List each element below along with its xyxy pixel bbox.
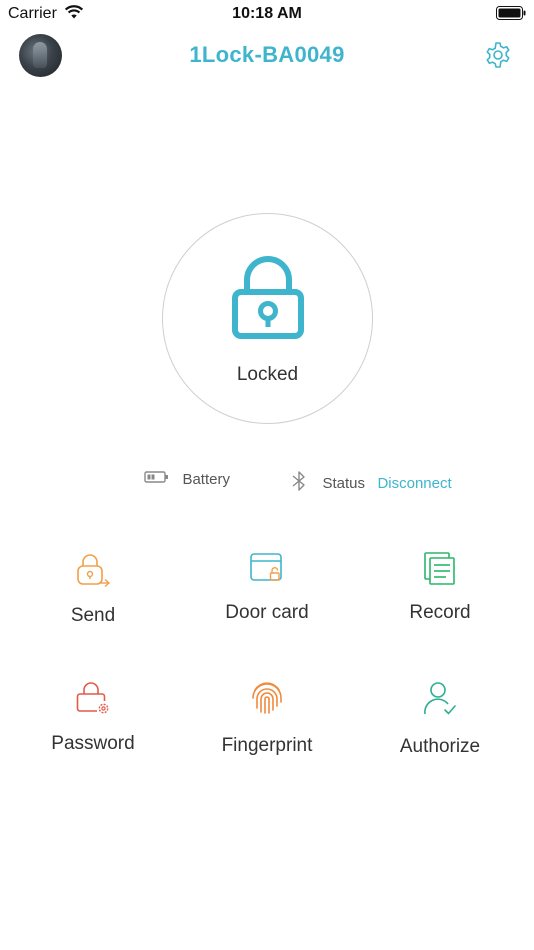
password-label: Password: [51, 733, 135, 754]
status-label: Status: [322, 475, 365, 492]
record-button[interactable]: Record: [360, 550, 520, 640]
disconnect-link[interactable]: Disconnect: [377, 475, 451, 492]
door-card-icon: [249, 550, 285, 586]
padlock-icon: [229, 256, 307, 342]
lock-toggle-button[interactable]: Locked: [162, 213, 373, 424]
password-lock-icon: [75, 680, 111, 716]
record-label: Record: [409, 602, 471, 623]
page-title: 1Lock-BA0049: [189, 42, 345, 67]
battery-status-icon: [496, 6, 526, 25]
send-label: Send: [70, 605, 116, 626]
record-icon: [422, 550, 458, 586]
authorize-button[interactable]: Authorize: [360, 680, 520, 770]
fingerprint-icon: [249, 680, 285, 716]
send-lock-icon: [75, 552, 111, 588]
fingerprint-label: Fingerprint: [221, 735, 313, 756]
door-card-label: Door card: [225, 602, 309, 623]
send-button[interactable]: Send: [13, 552, 173, 642]
battery-info: Battery: [144, 470, 230, 494]
status-bar: Carrier 10:18 AM: [0, 0, 534, 28]
authorize-label: Authorize: [399, 736, 481, 757]
clock-label: 10:18 AM: [232, 5, 302, 22]
lock-state-label: Locked: [236, 364, 299, 385]
battery-icon: [144, 470, 170, 489]
password-button[interactable]: Password: [13, 680, 173, 770]
authorize-user-icon: [422, 680, 458, 716]
gear-icon[interactable]: [483, 40, 513, 70]
fingerprint-button[interactable]: Fingerprint: [187, 680, 347, 770]
battery-label: Battery: [182, 471, 230, 488]
connection-status: Status Disconnect: [290, 470, 452, 494]
door-card-button[interactable]: Door card: [187, 550, 347, 640]
bluetooth-icon: [290, 470, 308, 497]
